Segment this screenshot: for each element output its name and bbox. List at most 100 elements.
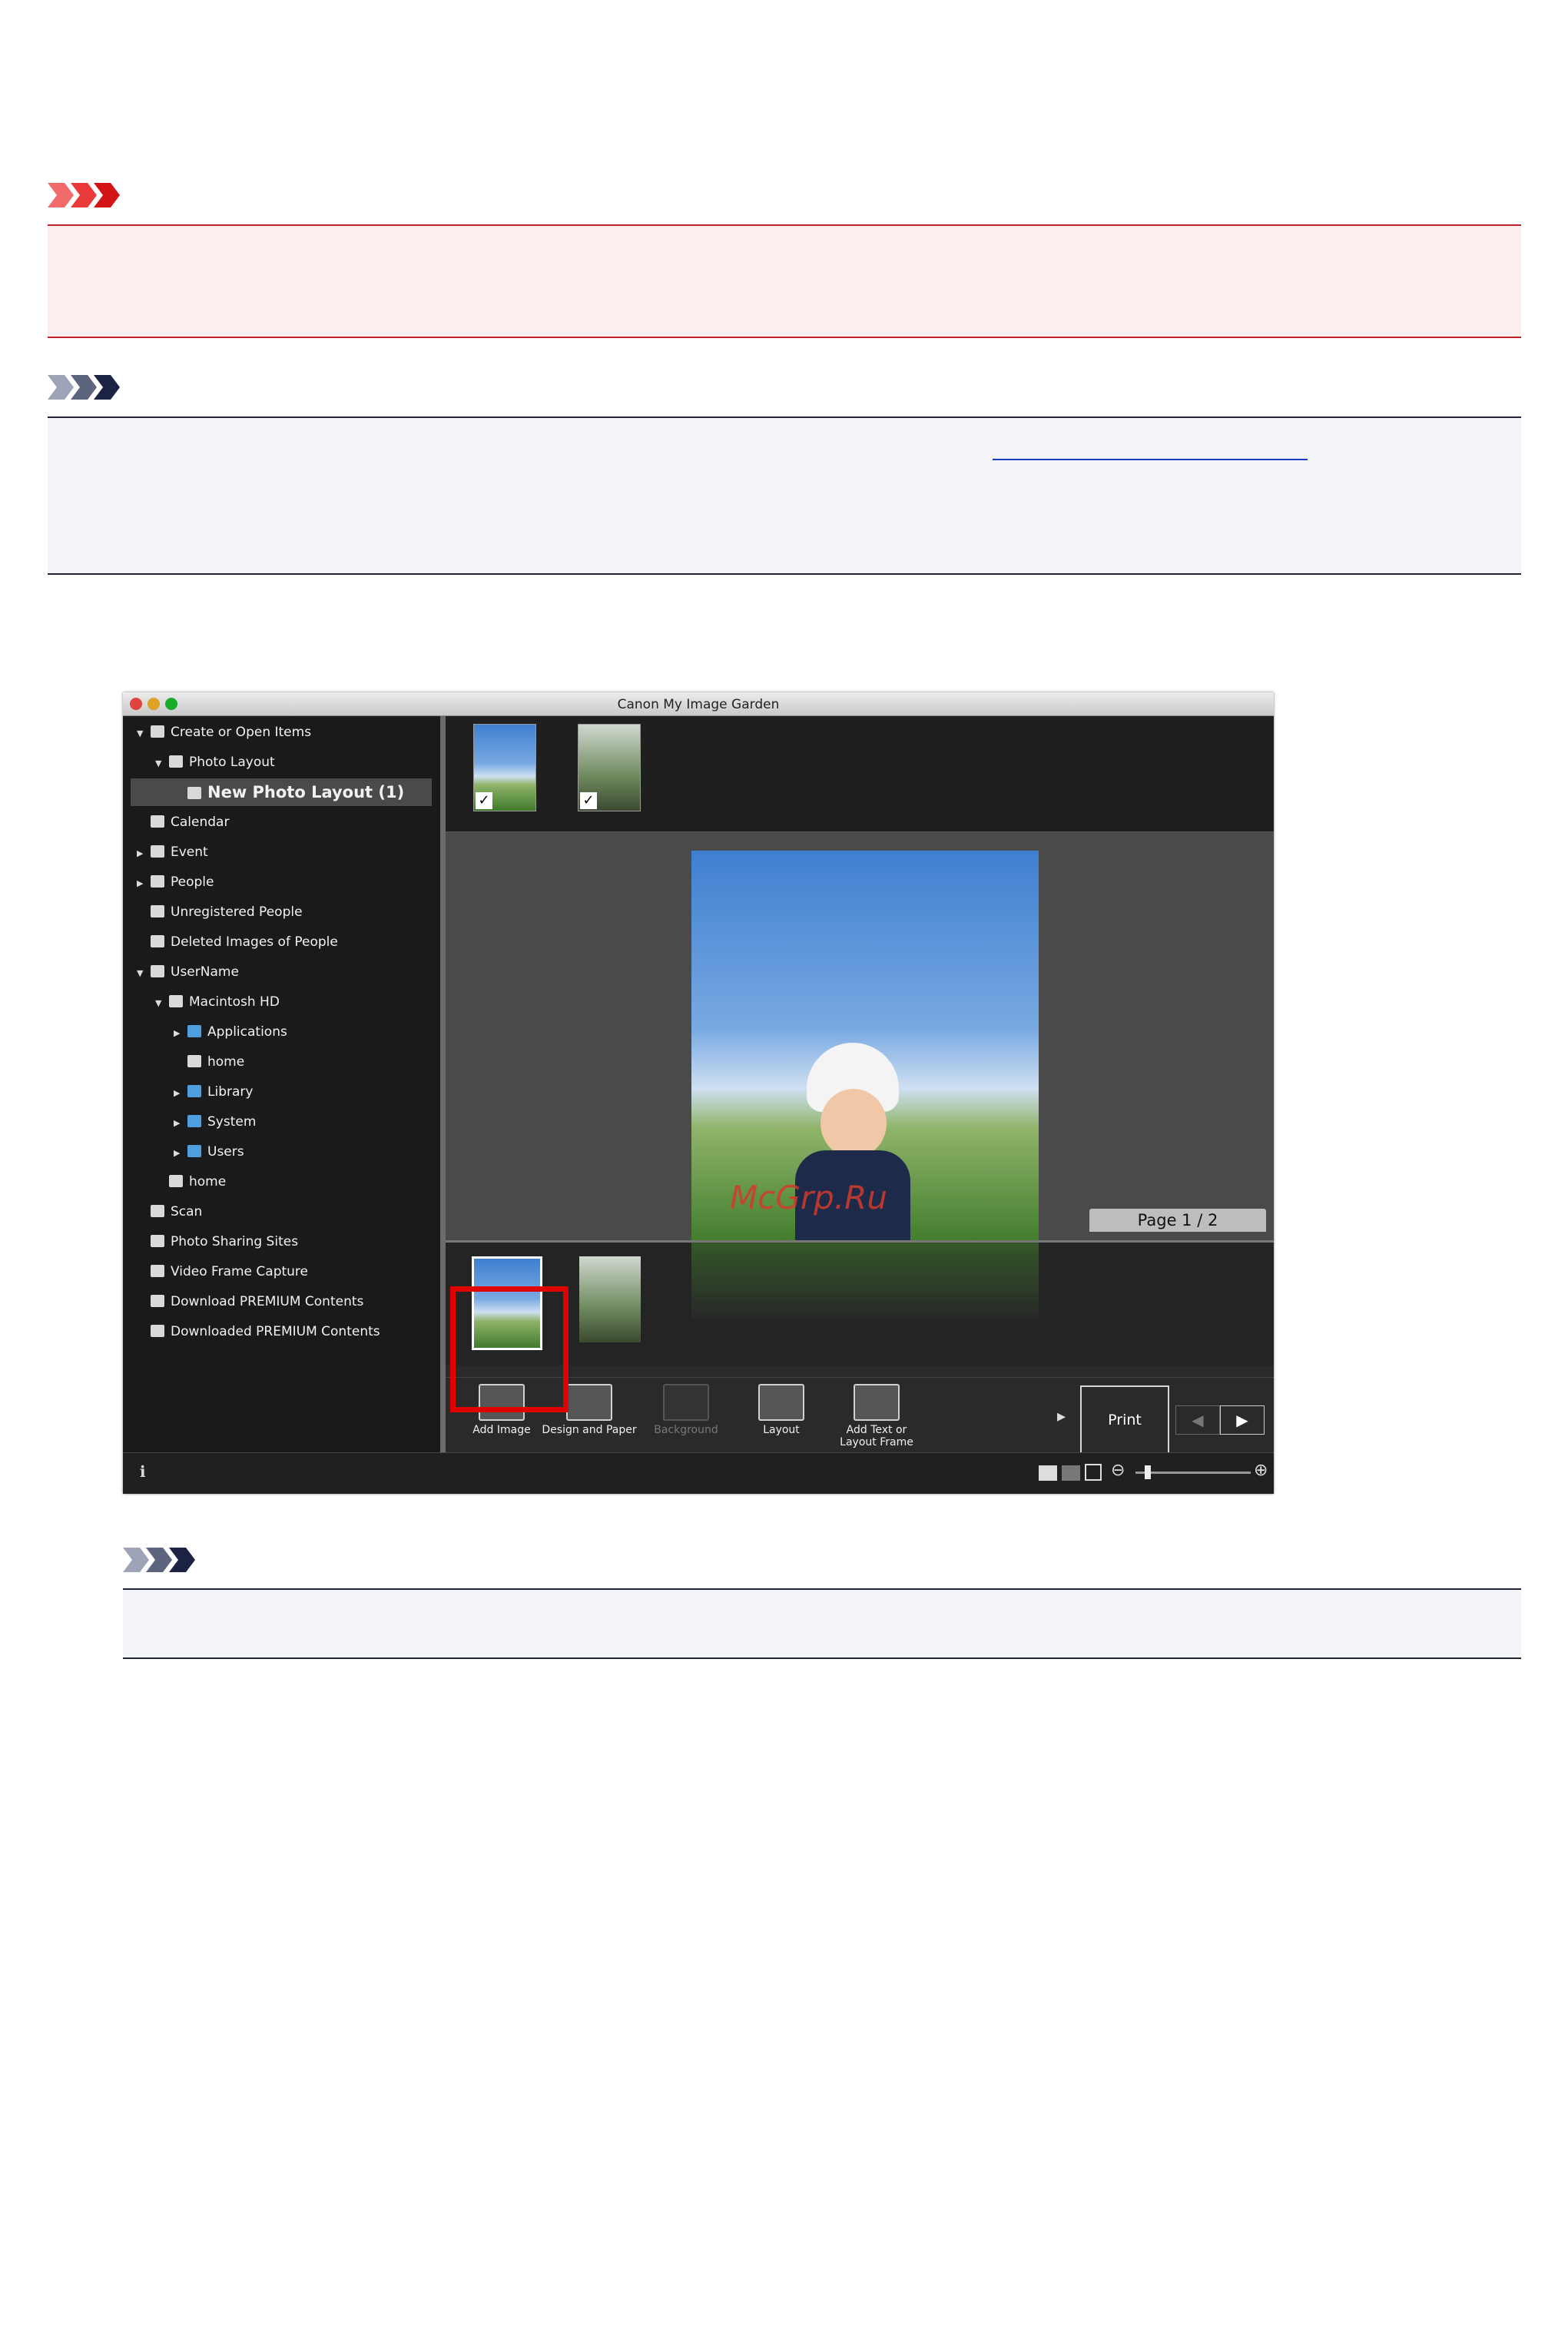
sidebar-item-label: Applications: [207, 1024, 287, 1040]
toolbar-button[interactable]: Add Text or Layout Frame: [827, 1384, 927, 1448]
item-icon: [151, 905, 164, 917]
item-icon: [169, 995, 183, 1007]
toolbar: ▸ Print ◀ ▶ Add Image Design and Paper Bac…: [446, 1377, 1274, 1455]
sidebar-item-label: Users: [207, 1144, 244, 1160]
sidebar-item-label: Library: [207, 1084, 254, 1100]
zoom-out-icon[interactable]: ⊖: [1111, 1461, 1125, 1480]
prev-page-button[interactable]: ◀: [1175, 1405, 1220, 1435]
sidebar-item[interactable]: Unregistered People: [123, 898, 440, 926]
item-icon: [151, 1205, 164, 1217]
sidebar-item-label: Photo Layout: [189, 755, 275, 770]
sidebar-item[interactable]: ▶ Library: [123, 1078, 440, 1106]
toolbar-button-icon: [854, 1384, 900, 1421]
thumbnail-1[interactable]: ✓: [473, 724, 536, 811]
sidebar-item[interactable]: Video Frame Capture: [123, 1258, 440, 1286]
sidebar-item-label: Scan: [171, 1204, 203, 1219]
page-thumbnail-2[interactable]: [579, 1256, 641, 1342]
single-view-icon[interactable]: [1062, 1465, 1080, 1481]
fit-icon[interactable]: [1085, 1464, 1102, 1481]
note-icon: [123, 1546, 200, 1574]
page-indicator: Page 1 / 2: [1089, 1209, 1266, 1232]
toolbar-button-label: Add Image: [472, 1424, 531, 1436]
sidebar-item[interactable]: New Photo Layout (1): [131, 778, 432, 806]
disclosure-closed-icon[interactable]: ▶: [137, 870, 146, 898]
toolbar-more-icon[interactable]: ▸: [1057, 1407, 1066, 1426]
sidebar-item[interactable]: ▶ People: [123, 868, 440, 896]
disclosure-open-icon[interactable]: ▼: [155, 990, 164, 1017]
thumbnail-2[interactable]: ✓: [578, 724, 641, 811]
folder-icon: [187, 1085, 201, 1097]
disclosure-closed-icon[interactable]: ▶: [174, 1080, 183, 1107]
sidebar-item[interactable]: ▼ Create or Open Items: [123, 718, 440, 746]
sidebar-item-label: home: [189, 1174, 227, 1190]
sidebar-item[interactable]: ▼ Macintosh HD: [123, 988, 440, 1016]
sidebar-item[interactable]: Downloaded PREMIUM Contents: [123, 1318, 440, 1345]
item-icon: [151, 1235, 164, 1247]
disclosure-closed-icon[interactable]: ▶: [174, 1020, 183, 1047]
folder-icon: [187, 1115, 201, 1127]
sidebar-item-label: Macintosh HD: [189, 994, 280, 1010]
sidebar-item[interactable]: ▶ Applications: [123, 1018, 440, 1046]
sidebar-item[interactable]: ▼ UserName: [123, 958, 440, 986]
toolbar-button[interactable]: Background: [636, 1384, 736, 1436]
full-view-icon[interactable]: [1039, 1465, 1057, 1481]
sidebar-item-label: Downloaded PREMIUM Contents: [171, 1324, 380, 1339]
zoom-slider-thumb[interactable]: [1145, 1465, 1151, 1479]
checkbox-icon[interactable]: ✓: [580, 792, 597, 809]
sidebar-item[interactable]: Calendar: [123, 808, 440, 836]
sidebar: ▼ Create or Open Items ▼ Photo Layout New Ph…: [123, 716, 440, 1452]
sidebar-item-label: Video Frame Capture: [171, 1264, 308, 1279]
disclosure-open-icon[interactable]: ▼: [155, 750, 164, 778]
sidebar-item[interactable]: ▶ Users: [123, 1138, 440, 1166]
sidebar-item-label: Event: [171, 844, 208, 860]
next-page-button[interactable]: ▶: [1220, 1405, 1265, 1435]
sidebar-item-label: Unregistered People: [171, 904, 303, 920]
sidebar-item-label: UserName: [171, 964, 239, 980]
print-button[interactable]: Print: [1080, 1385, 1169, 1455]
disclosure-closed-icon[interactable]: ▶: [137, 840, 146, 868]
sidebar-item[interactable]: Deleted Images of People: [123, 928, 440, 956]
folder-icon: [187, 1025, 201, 1037]
toolbar-button-label: Design and Paper: [542, 1424, 637, 1436]
sidebar-item[interactable]: Scan: [123, 1198, 440, 1226]
window-title: Canon My Image Garden: [617, 697, 780, 712]
status-bar: ℹ ⊖ ⊕: [123, 1452, 1274, 1494]
sidebar-splitter[interactable]: [440, 716, 446, 1452]
checkbox-icon[interactable]: ✓: [476, 792, 492, 809]
zoom-slider[interactable]: [1135, 1472, 1251, 1474]
important-icon: [48, 181, 124, 209]
toolbar-button[interactable]: Layout: [731, 1384, 831, 1436]
toolbar-button-label: Add Text or Layout Frame: [840, 1424, 913, 1448]
toolbar-button-icon: [566, 1384, 612, 1421]
title-bar: Canon My Image Garden: [123, 692, 1274, 716]
watermark: McGrp.Ru: [730, 1179, 887, 1216]
disclosure-closed-icon[interactable]: ▶: [174, 1110, 183, 1137]
item-icon: [151, 935, 164, 947]
toolbar-button-label: Layout: [763, 1424, 800, 1436]
disclosure-closed-icon[interactable]: ▶: [174, 1140, 183, 1167]
sidebar-item[interactable]: Photo Sharing Sites: [123, 1228, 440, 1256]
sidebar-item[interactable]: ▶ Event: [123, 838, 440, 866]
sidebar-item-label: Calendar: [171, 815, 230, 830]
sidebar-item-label: home: [207, 1054, 245, 1070]
item-icon: [151, 815, 164, 828]
sidebar-item[interactable]: ▼ Photo Layout: [123, 748, 440, 776]
main-area: ✓ ✓ Page 1 / 2 ▸ Print ◀ ▶ Add Image Desi…: [446, 716, 1274, 1455]
note-box: [48, 416, 1521, 575]
sidebar-item-label: System: [207, 1114, 257, 1130]
sidebar-item-label: New Photo Layout (1): [207, 783, 405, 801]
important-box: [48, 224, 1521, 338]
disclosure-open-icon[interactable]: ▼: [137, 960, 146, 987]
sidebar-item-label: Photo Sharing Sites: [171, 1234, 299, 1249]
layout-photo-reflection: [691, 1243, 1039, 1319]
sidebar-item[interactable]: Download PREMIUM Contents: [123, 1288, 440, 1316]
sidebar-item[interactable]: home: [123, 1168, 440, 1196]
item-icon: [151, 845, 164, 858]
sidebar-item[interactable]: ▶ System: [123, 1108, 440, 1136]
sidebar-item[interactable]: home: [123, 1048, 440, 1076]
disclosure-open-icon[interactable]: ▼: [137, 720, 146, 748]
info-icon[interactable]: ℹ: [140, 1462, 146, 1481]
zoom-in-icon[interactable]: ⊕: [1254, 1461, 1268, 1480]
item-icon: [169, 1175, 183, 1187]
note-link[interactable]: [993, 459, 1308, 460]
